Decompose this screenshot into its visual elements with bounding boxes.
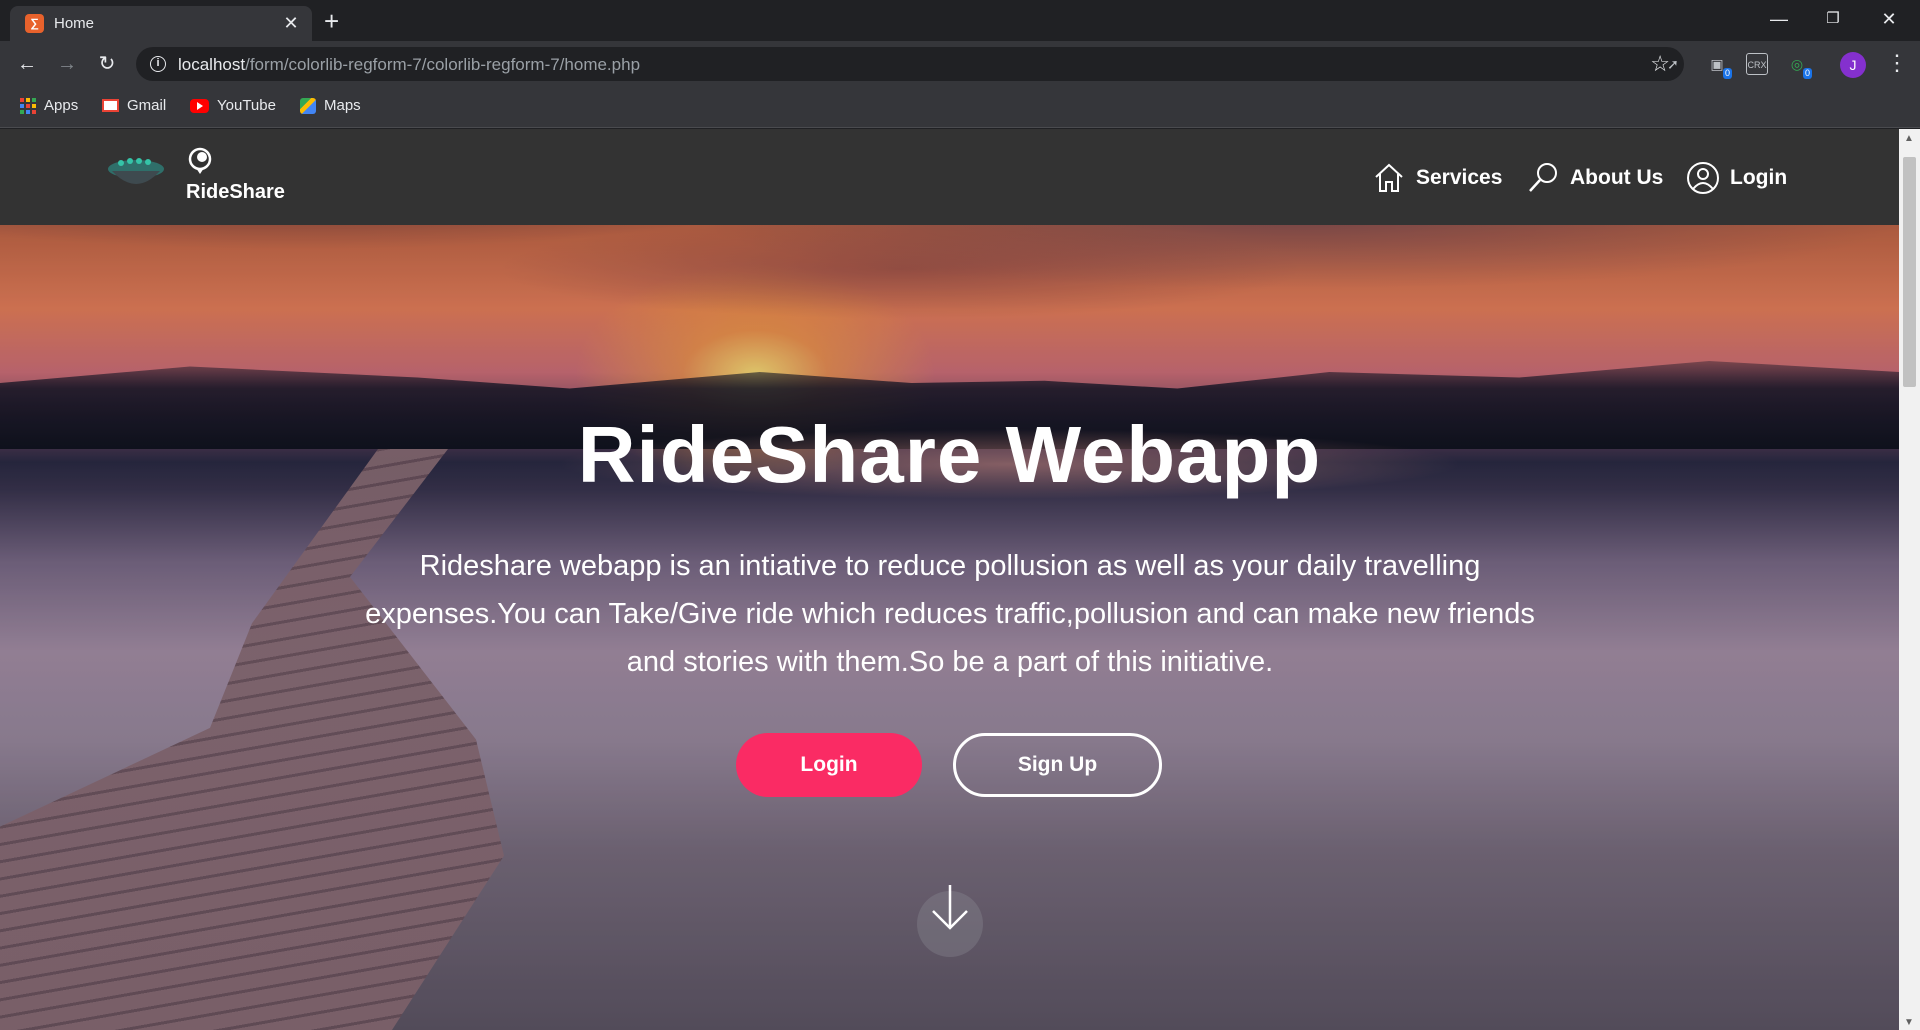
brand-name[interactable]: RideShare xyxy=(186,181,285,204)
reload-button[interactable]: ↻ xyxy=(92,49,122,79)
site-header: RideShare Services About Us Login xyxy=(0,129,1899,225)
minimize-button[interactable]: — xyxy=(1756,4,1802,34)
extension-badge: 0 xyxy=(1802,68,1812,79)
new-tab-button[interactable]: + xyxy=(324,8,339,34)
arrow-down-icon xyxy=(932,885,968,930)
logo-car-icon xyxy=(108,158,164,184)
xampp-icon: ∑ xyxy=(25,14,44,33)
hero-description: Rideshare webapp is an intiative to redu… xyxy=(365,550,1535,678)
apps-icon xyxy=(20,97,36,114)
page-scrollbar[interactable]: ▲ ▼ xyxy=(1899,129,1920,1030)
nav-services[interactable]: Services xyxy=(1372,161,1502,195)
home-icon xyxy=(1375,163,1403,192)
back-button[interactable]: ← xyxy=(12,49,42,79)
bookmark-label: Gmail xyxy=(127,97,167,114)
nav-label: Services xyxy=(1416,166,1503,189)
bookmark-youtube[interactable]: YouTube xyxy=(190,97,276,114)
forward-button[interactable]: → xyxy=(52,49,82,79)
bookmark-label: Maps xyxy=(324,97,361,114)
bookmark-gmail[interactable]: Gmail xyxy=(102,97,166,114)
profile-avatar[interactable]: J xyxy=(1840,52,1866,78)
login-button[interactable]: Login xyxy=(736,733,922,797)
user-icon xyxy=(1687,162,1719,194)
youtube-icon xyxy=(190,98,209,113)
close-window-button[interactable]: ✕ xyxy=(1866,4,1912,34)
bookmarks-bar: Apps Gmail YouTube Maps xyxy=(0,87,1920,128)
browser-chrome: ∑ Home ✕ + — ❐ ✕ ← → ↻ i localhost/form/… xyxy=(0,0,1920,128)
signup-button[interactable]: Sign Up xyxy=(953,733,1162,797)
tab-title: Home xyxy=(54,15,95,32)
bookmark-label: Apps xyxy=(44,97,79,114)
maps-icon xyxy=(300,97,316,114)
address-bar[interactable]: i localhost/form/colorlib-regform-7/colo… xyxy=(136,47,1684,81)
search-icon xyxy=(1529,163,1557,192)
browser-toolbar: ← → ↻ i localhost/form/colorlib-regform-… xyxy=(0,41,1920,87)
extension-icon[interactable]: ▣ 0 xyxy=(1706,53,1732,79)
close-tab-icon[interactable]: ✕ xyxy=(280,12,302,34)
scroll-up-arrow-icon[interactable]: ▲ xyxy=(1904,133,1914,144)
scroll-down-arrow-icon[interactable]: ▼ xyxy=(1904,1017,1914,1028)
tab-strip: ∑ Home ✕ + — ❐ ✕ xyxy=(0,0,1920,41)
crx-extension-icon[interactable]: CRX xyxy=(1746,53,1768,75)
page-viewport: RideShare Services About Us Login RideSh… xyxy=(0,129,1899,1030)
nav-login[interactable]: Login xyxy=(1686,161,1787,195)
bookmark-label: YouTube xyxy=(217,97,276,114)
hero-title: RideShare Webapp xyxy=(577,410,1322,499)
scroll-thumb[interactable] xyxy=(1903,157,1916,387)
extension-badge: 0 xyxy=(1722,68,1732,79)
bookmark-apps[interactable]: Apps xyxy=(20,97,78,114)
nav-label: Login xyxy=(1730,166,1788,189)
restore-button[interactable]: ❐ xyxy=(1810,4,1856,34)
site-info-icon[interactable]: i xyxy=(150,56,166,72)
tab-home[interactable]: ∑ Home ✕ xyxy=(10,6,312,41)
bookmark-maps[interactable]: Maps xyxy=(300,97,361,114)
cursor-extension-icon[interactable]: ➚ xyxy=(1662,53,1684,75)
nav-label: About Us xyxy=(1570,166,1664,189)
nav-about-us[interactable]: About Us xyxy=(1526,161,1663,195)
url-text[interactable]: localhost/form/colorlib-regform-7/colorl… xyxy=(178,55,640,75)
scroll-down-button[interactable] xyxy=(917,885,983,957)
screen-extension-icon[interactable]: ◎ 0 xyxy=(1786,53,1812,79)
menu-kebab-icon[interactable]: ⋮ xyxy=(1886,50,1908,76)
gmail-icon xyxy=(102,99,119,112)
location-pin-icon xyxy=(188,147,212,174)
